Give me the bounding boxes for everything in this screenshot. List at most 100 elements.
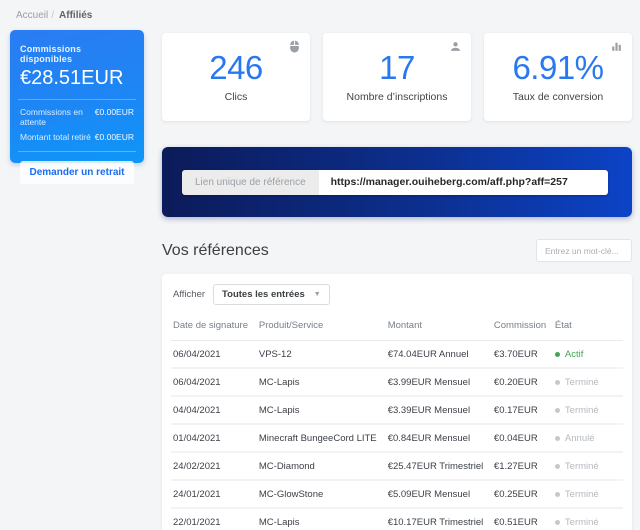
conversion-label: Taux de conversion [513, 91, 603, 103]
referral-link-input[interactable] [319, 170, 608, 195]
table-row: 22/01/2021 MC-Lapis €10.17EUR Trimestrie… [171, 509, 623, 530]
cell-amount: €3.99EUR Mensuel [386, 377, 492, 388]
commissions-amount: €28.51EUR [20, 67, 134, 90]
right-column: 246 Clics 17 Nombre d’inscriptions 6.91%… [162, 30, 632, 530]
status-dot [555, 464, 560, 469]
status-badge: Terminé [553, 489, 623, 500]
clicks-value: 246 [209, 51, 263, 84]
status-badge: Annulé [553, 433, 623, 444]
mouse-icon [288, 40, 301, 53]
table-header-row: Date de signature Produit/Service Montan… [171, 313, 623, 341]
cell-commission: €0.20EUR [492, 377, 553, 388]
cell-date: 06/04/2021 [171, 349, 257, 360]
stats-row: 246 Clics 17 Nombre d’inscriptions 6.91%… [162, 33, 632, 121]
cell-amount: €5.09EUR Mensuel [386, 489, 492, 500]
status-badge: Terminé [553, 377, 623, 388]
stat-card-conversion: 6.91% Taux de conversion [484, 33, 632, 121]
references-table: Date de signature Produit/Service Montan… [171, 313, 623, 530]
table-row: 01/04/2021 Minecraft BungeeCord LITE €0.… [171, 425, 623, 453]
referral-link-group: Lien unique de référence [182, 170, 608, 195]
breadcrumb-separator: / [51, 10, 54, 21]
pending-commissions-row: Commissions en attente €0.00EUR [20, 107, 134, 127]
cell-date: 04/04/2021 [171, 405, 257, 416]
referral-banner: Lien unique de référence [162, 147, 632, 217]
table-row: 24/02/2021 MC-Diamond €25.47EUR Trimestr… [171, 453, 623, 481]
cell-date: 24/02/2021 [171, 461, 257, 472]
breadcrumb: Accueil/ Affiliés [0, 0, 640, 30]
main-layout: Commissions disponibles €28.51EUR Commis… [0, 30, 640, 530]
commissions-title: Commissions disponibles [20, 44, 134, 64]
left-column: Commissions disponibles €28.51EUR Commis… [10, 30, 144, 163]
status-badge: Terminé [553, 461, 623, 472]
divider [18, 99, 136, 100]
references-header: Vos références [162, 239, 632, 262]
status-dot [555, 436, 560, 441]
cell-commission: €0.17EUR [492, 405, 553, 416]
bar-chart-icon [610, 40, 623, 53]
cell-date: 22/01/2021 [171, 517, 257, 528]
entries-filter-label: Afficher [173, 289, 205, 300]
references-title: Vos références [162, 242, 269, 260]
cell-amount: €10.17EUR Trimestriel [386, 517, 492, 528]
entries-filter-value: Toutes les entrées [222, 289, 305, 300]
table-body: 06/04/2021 VPS-12 €74.04EUR Annuel €3.70… [171, 341, 623, 530]
status-dot [555, 352, 560, 357]
table-row: 06/04/2021 VPS-12 €74.04EUR Annuel €3.70… [171, 341, 623, 369]
status-badge: Actif [553, 349, 623, 360]
cell-product: Minecraft BungeeCord LITE [257, 433, 386, 444]
references-table-card: Afficher Toutes les entrées ▼ Date de si… [162, 274, 632, 530]
header-date: Date de signature [171, 313, 257, 340]
table-row: 06/04/2021 MC-Lapis €3.99EUR Mensuel €0.… [171, 369, 623, 397]
signups-value: 17 [379, 51, 415, 84]
entries-filter-row: Afficher Toutes les entrées ▼ [171, 282, 623, 313]
status-badge: Terminé [553, 517, 623, 528]
entries-filter-select[interactable]: Toutes les entrées ▼ [213, 284, 330, 305]
cell-commission: €0.04EUR [492, 433, 553, 444]
status-dot [555, 492, 560, 497]
cell-commission: €0.25EUR [492, 489, 553, 500]
status-badge: Terminé [553, 405, 623, 416]
pending-commissions-label: Commissions en attente [20, 107, 95, 127]
signups-label: Nombre d’inscriptions [347, 91, 448, 103]
keyword-search-input[interactable] [536, 239, 632, 262]
cell-commission: €1.27EUR [492, 461, 553, 472]
cell-date: 01/04/2021 [171, 433, 257, 444]
withdrawn-total-value: €0.00EUR [95, 132, 134, 142]
stat-card-signups: 17 Nombre d’inscriptions [323, 33, 471, 121]
stat-card-clicks: 246 Clics [162, 33, 310, 121]
cell-amount: €25.47EUR Trimestriel [386, 461, 492, 472]
breadcrumb-home[interactable]: Accueil [16, 10, 48, 21]
table-row: 24/01/2021 MC-GlowStone €5.09EUR Mensuel… [171, 481, 623, 509]
conversion-value: 6.91% [512, 51, 603, 84]
cell-amount: €74.04EUR Annuel [386, 349, 492, 360]
header-product: Produit/Service [257, 313, 386, 340]
cell-commission: €0.51EUR [492, 517, 553, 528]
status-dot [555, 408, 560, 413]
clicks-label: Clics [225, 91, 248, 103]
cell-product: MC-Lapis [257, 377, 386, 388]
header-status: État [553, 313, 623, 340]
cell-amount: €3.39EUR Mensuel [386, 405, 492, 416]
request-withdrawal-button[interactable]: Demander un retrait [20, 161, 134, 184]
chevron-down-icon: ▼ [314, 291, 321, 298]
cell-product: MC-GlowStone [257, 489, 386, 500]
divider [18, 151, 136, 152]
withdrawn-total-row: Montant total retiré €0.00EUR [20, 132, 134, 142]
withdrawn-total-label: Montant total retiré [20, 132, 91, 142]
commissions-card: Commissions disponibles €28.51EUR Commis… [10, 30, 144, 163]
cell-product: MC-Lapis [257, 517, 386, 528]
cell-date: 24/01/2021 [171, 489, 257, 500]
person-icon [449, 40, 462, 53]
cell-commission: €3.70EUR [492, 349, 553, 360]
cell-amount: €0.84EUR Mensuel [386, 433, 492, 444]
pending-commissions-value: €0.00EUR [95, 107, 134, 127]
cell-date: 06/04/2021 [171, 377, 257, 388]
cell-product: MC-Diamond [257, 461, 386, 472]
header-commission: Commission [492, 313, 553, 340]
table-row: 04/04/2021 MC-Lapis €3.39EUR Mensuel €0.… [171, 397, 623, 425]
referral-link-label: Lien unique de référence [182, 170, 319, 195]
status-dot [555, 520, 560, 525]
breadcrumb-current: Affiliés [59, 10, 92, 21]
cell-product: MC-Lapis [257, 405, 386, 416]
cell-product: VPS-12 [257, 349, 386, 360]
